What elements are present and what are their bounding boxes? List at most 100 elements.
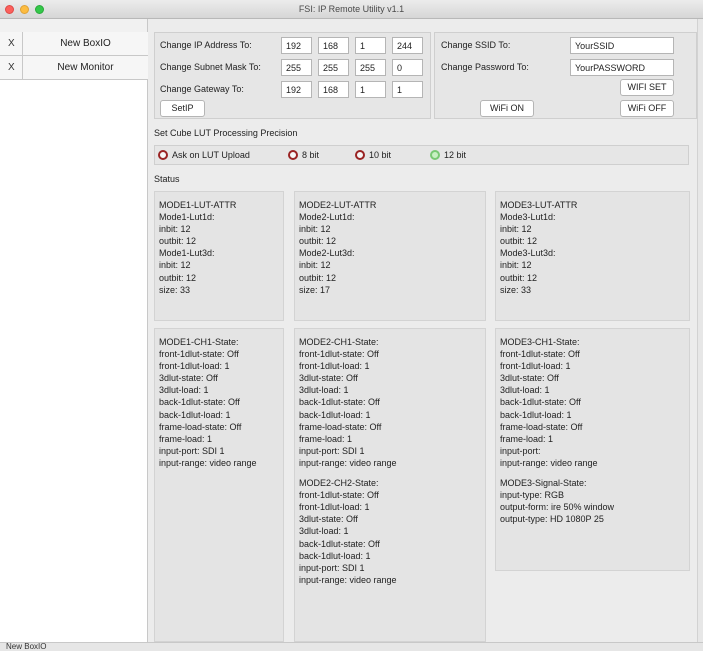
status-line: back-1dlut-state: Off <box>500 397 581 408</box>
subnet-octet-3-field[interactable] <box>355 59 386 76</box>
status-line: inbit: 12 <box>500 224 532 235</box>
gateway-octet-3-field[interactable] <box>355 81 386 98</box>
status-line: MODE2-LUT-ATTR <box>299 200 377 210</box>
password-field[interactable] <box>570 59 674 76</box>
mode3-lut-attr-panel: MODE3-LUT-ATTR Mode3-Lut1d: inbit: 12 ou… <box>495 191 690 321</box>
sidebar-header <box>0 19 148 32</box>
main-content: Change IP Address To: Change Subnet Mask… <box>149 19 697 642</box>
status-line: inbit: 12 <box>159 224 191 235</box>
radio-10-bit[interactable] <box>355 150 365 160</box>
radio-ask-on-upload-label: Ask on LUT Upload <box>172 150 250 160</box>
status-line: front-1dlut-state: Off <box>299 490 379 501</box>
sidebar-item-monitor: X New Monitor <box>0 56 148 80</box>
wifi-off-button[interactable]: WiFi OFF <box>620 100 674 117</box>
status-line: size: 17 <box>299 284 331 295</box>
subnet-mask-label: Change Subnet Mask To: <box>160 62 261 72</box>
status-line: Mode3-Lut3d: <box>500 248 556 259</box>
status-line: front-1dlut-load: 1 <box>500 361 571 372</box>
gateway-octet-2-field[interactable] <box>318 81 349 98</box>
mode2-lut-attr-panel: MODE2-LUT-ATTR Mode2-Lut1d: inbit: 12 ou… <box>294 191 486 321</box>
window-title: FSI: IP Remote Utility v1.1 <box>298 4 405 14</box>
status-line: input-range: video range <box>299 457 397 468</box>
status-line: back-1dlut-load: 1 <box>500 409 572 420</box>
ssid-field[interactable] <box>570 37 674 54</box>
status-line: 3dlut-state: Off <box>159 373 218 384</box>
status-line: outbit: 12 <box>159 272 197 283</box>
status-line: output-form: ire 50% window <box>500 502 615 513</box>
status-line: frame-load-state: Off <box>299 421 382 432</box>
gateway-octet-4-field[interactable] <box>392 81 423 98</box>
radio-ask-on-upload[interactable] <box>158 150 168 160</box>
status-bar: New BoxIO <box>0 642 703 651</box>
mode1-lut-attr-panel: MODE1-LUT-ATTR Mode1-Lut1d: inbit: 12 ou… <box>154 191 284 321</box>
status-line: Mode3-Lut1d: <box>500 212 556 223</box>
status-line: back-1dlut-state: Off <box>299 538 380 549</box>
subnet-octet-2-field[interactable] <box>318 59 349 76</box>
status-line: MODE3-CH1-State: <box>500 337 580 347</box>
status-line: outbit: 12 <box>299 236 337 247</box>
status-bar-text: New BoxIO <box>6 642 47 651</box>
status-line: 3dlut-load: 1 <box>159 385 209 396</box>
lut-precision-group: Ask on LUT Upload 8 bit 10 bit 12 bit <box>154 145 689 165</box>
subnet-octet-4-field[interactable] <box>392 59 423 76</box>
status-line: MODE3-Signal-State: <box>500 478 587 489</box>
status-line: 3dlut-load: 1 <box>299 526 349 537</box>
status-line: MODE2-CH2-State: <box>299 478 379 489</box>
status-line: input-range: video range <box>159 457 257 468</box>
status-line: input-range: video range <box>299 574 397 585</box>
status-line: inbit: 12 <box>299 224 331 235</box>
close-tab-button[interactable]: X <box>8 38 15 49</box>
wifi-settings-group: Change SSID To: Change Password To: WIFI… <box>434 32 697 119</box>
status-line: input-type: RGB <box>500 490 565 501</box>
status-line: back-1dlut-load: 1 <box>299 550 371 561</box>
lut-precision-heading: Set Cube LUT Processing Precision <box>154 128 298 138</box>
status-line: frame-load-state: Off <box>500 421 583 432</box>
status-line: Mode1-Lut3d: <box>159 248 215 259</box>
setip-button[interactable]: SetIP <box>160 100 205 117</box>
radio-8-bit[interactable] <box>288 150 298 160</box>
status-line: back-1dlut-state: Off <box>159 397 240 408</box>
status-line: outbit: 12 <box>500 272 538 283</box>
status-line: output-type: HD 1080P 25 <box>500 514 604 525</box>
status-line: MODE3-LUT-ATTR <box>500 200 578 210</box>
ssid-label: Change SSID To: <box>441 40 511 50</box>
status-line: frame-load: 1 <box>500 433 554 444</box>
status-line: 3dlut-state: Off <box>299 373 358 384</box>
status-line: front-1dlut-load: 1 <box>159 361 230 372</box>
app-window: FSI: IP Remote Utility v1.1 X New BoxIO … <box>0 0 703 651</box>
ip-octet-1-field[interactable] <box>281 37 312 54</box>
radio-8-bit-label: 8 bit <box>302 150 320 160</box>
mode2-state-panel: MODE2-CH1-State: front-1dlut-state: Off … <box>294 328 486 642</box>
status-line: front-1dlut-load: 1 <box>299 502 370 513</box>
vertical-scrollbar[interactable] <box>697 19 703 642</box>
status-line: frame-load: 1 <box>159 433 213 444</box>
sidebar-item-boxio: X New BoxIO <box>0 32 148 56</box>
status-line: outbit: 12 <box>500 236 538 247</box>
status-line: inbit: 12 <box>299 260 331 271</box>
mode1-ch1-state-panel: MODE1-CH1-State: front-1dlut-state: Off … <box>154 328 284 642</box>
status-line: MODE1-LUT-ATTR <box>159 200 237 210</box>
radio-12-bit[interactable] <box>430 150 440 160</box>
close-tab-button[interactable]: X <box>8 62 15 73</box>
status-line: back-1dlut-load: 1 <box>159 409 231 420</box>
new-boxio-button[interactable]: New BoxIO <box>22 32 148 55</box>
gateway-octet-1-field[interactable] <box>281 81 312 98</box>
status-line: MODE2-CH1-State: <box>299 337 379 347</box>
wifi-on-button[interactable]: WiFi ON <box>480 100 534 117</box>
ip-octet-3-field[interactable] <box>355 37 386 54</box>
ip-octet-2-field[interactable] <box>318 37 349 54</box>
subnet-octet-1-field[interactable] <box>281 59 312 76</box>
mode3-state-panel: MODE3-CH1-State: front-1dlut-state: Off … <box>495 328 690 571</box>
wifi-set-button[interactable]: WIFI SET <box>620 79 674 96</box>
ip-octet-4-field[interactable] <box>392 37 423 54</box>
status-line: front-1dlut-state: Off <box>159 349 239 360</box>
status-line: outbit: 12 <box>159 236 197 247</box>
status-line: input-port: SDI 1 <box>299 445 365 456</box>
sidebar: X New BoxIO X New Monitor <box>0 32 148 642</box>
status-line: inbit: 12 <box>500 260 532 271</box>
network-settings-group: Change IP Address To: Change Subnet Mask… <box>154 32 431 119</box>
status-line: MODE1-CH1-State: <box>159 337 239 347</box>
status-line: back-1dlut-load: 1 <box>299 409 371 420</box>
new-monitor-button[interactable]: New Monitor <box>22 56 148 79</box>
